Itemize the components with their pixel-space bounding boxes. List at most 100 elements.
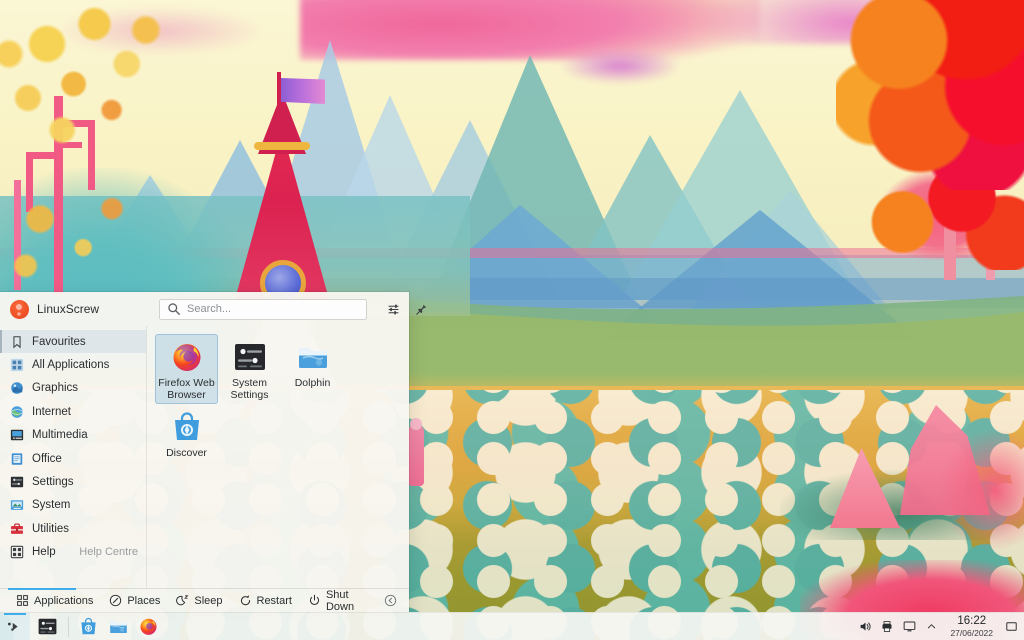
application-launcher-menu[interactable]: LinuxScrew Search... Favourites All Appl… [0, 292, 426, 613]
sidebar-sublabel: Help Centre [79, 546, 138, 559]
system-settings-icon [38, 618, 56, 635]
sidebar-label: Office [32, 452, 62, 465]
wallpaper-rock-pink-small [830, 448, 900, 528]
moon-icon [176, 595, 189, 606]
wallpaper-tree-left-2 [14, 180, 21, 290]
wallpaper-tree-trunk-right-2 [986, 130, 995, 280]
restart-button[interactable]: Restart [231, 591, 300, 611]
app-tile-discover[interactable]: Discover [155, 404, 218, 474]
search-field[interactable] [159, 298, 368, 320]
wallpaper-tower [232, 130, 332, 310]
taskbar-launcher-discover[interactable] [73, 613, 103, 640]
search-icon [168, 303, 180, 315]
system-settings-icon [234, 344, 265, 370]
tab-applications[interactable]: Applications [8, 591, 101, 611]
sidebar-item-multimedia[interactable]: Multimedia [0, 424, 146, 447]
tray-expand-button[interactable] [921, 616, 941, 638]
sidebar-item-settings[interactable]: Settings [0, 470, 146, 493]
firefox-icon [173, 344, 200, 371]
graphics-icon [11, 382, 23, 395]
wallpaper-figure-head [410, 418, 422, 430]
pin-icon[interactable] [411, 299, 431, 319]
system-icon [10, 500, 24, 511]
sidebar-label: Multimedia [32, 429, 88, 442]
wallpaper-cloud-orange [430, 0, 590, 28]
tab-label: Places [127, 594, 161, 607]
discover-icon [80, 617, 96, 635]
app-tile-system-settings[interactable]: System Settings [218, 334, 281, 404]
wallpaper-tower-ring [254, 142, 310, 150]
clock-time: 16:22 [957, 615, 987, 627]
taskbar-task-system-settings[interactable] [30, 613, 64, 640]
wallpaper-bush-dark [780, 470, 1020, 540]
wallpaper-bush-pink-mid [940, 430, 1024, 550]
username-label: LinuxScrew [37, 302, 100, 316]
show-desktop-button[interactable] [1002, 613, 1020, 640]
favourites-grid[interactable]: Firefox Web Browser System Settings Dolp… [147, 326, 409, 588]
sidebar-label: Utilities [32, 522, 70, 535]
wallpaper-branch-2 [60, 120, 94, 127]
wallpaper-tree-red [836, 0, 1024, 190]
shutdown-button[interactable]: Shut Down [300, 588, 378, 613]
active-tab-indicator [8, 588, 76, 590]
sidebar-item-office[interactable]: Office [0, 447, 146, 470]
wallpaper-kde-flag [281, 78, 325, 104]
app-tile-dolphin[interactable]: Dolphin [281, 334, 344, 404]
wallpaper-branch-3 [60, 142, 82, 148]
sidebar-item-system[interactable]: System [0, 494, 146, 517]
sidebar-item-help[interactable]: Help Help Centre [0, 541, 146, 564]
wallpaper-flag-pole [277, 72, 281, 122]
collapse-button[interactable] [378, 591, 403, 611]
search-input[interactable] [187, 303, 360, 315]
kde-kickoff-icon [7, 622, 18, 631]
compass-icon [110, 594, 122, 607]
volume-icon [860, 622, 871, 631]
tray-printer-button[interactable] [877, 616, 897, 638]
sidebar-label: Internet [32, 405, 71, 418]
desktop[interactable]: LinuxScrew Search... Favourites All Appl… [0, 0, 1024, 640]
taskbar-launcher-dolphin[interactable] [103, 613, 133, 640]
user-avatar-icon[interactable] [10, 299, 29, 319]
wallpaper-branch-1 [28, 152, 58, 159]
taskbar-panel[interactable]: 16:22 27/06/2022 [0, 612, 1024, 640]
power-label: Restart [256, 594, 292, 607]
app-tile-firefox[interactable]: Firefox Web Browser [155, 334, 218, 404]
sidebar-label: Settings [32, 476, 74, 489]
category-sidebar[interactable]: Favourites All Applications Graphics Int… [0, 326, 147, 588]
app-label: Dolphin [294, 377, 331, 389]
sidebar-item-favourites[interactable]: Favourites [0, 330, 146, 354]
sidebar-item-internet[interactable]: Internet [0, 400, 146, 423]
firefox-icon [139, 618, 157, 635]
tray-volume-button[interactable] [855, 616, 875, 638]
sidebar-label: System [32, 499, 71, 512]
sidebar-item-all-applications[interactable]: All Applications [0, 353, 146, 376]
sidebar-label: Favourites [32, 335, 86, 348]
wallpaper-tree-foliage-low [860, 150, 1024, 270]
sidebar-label: Graphics [32, 382, 79, 395]
settings-icon [10, 476, 24, 488]
sidebar-item-graphics[interactable]: Graphics [0, 377, 146, 400]
wallpaper-cloud-small [560, 48, 680, 84]
application-launcher-button[interactable] [0, 612, 30, 640]
wallpaper-branch-2v [88, 120, 95, 190]
tab-places[interactable]: Places [101, 591, 168, 611]
kickoff-footer: Applications Places Sleep Restart Shut D… [0, 588, 409, 613]
taskbar-launcher-firefox[interactable] [133, 613, 163, 640]
utilities-icon [11, 523, 23, 534]
configure-icon[interactable] [383, 299, 403, 319]
system-tray[interactable]: 16:22 27/06/2022 [855, 613, 1024, 640]
wallpaper-figure [408, 424, 424, 486]
office-icon [11, 452, 23, 465]
sleep-button[interactable]: Sleep [168, 591, 230, 611]
wallpaper-cloud-pink-right [700, 0, 1000, 44]
power-label: Shut Down [325, 588, 355, 613]
show-desktop-icon [1005, 622, 1017, 631]
tray-display-button[interactable] [899, 616, 919, 638]
wallpaper-cloud-pink [300, 0, 760, 60]
dolphin-icon [298, 348, 327, 368]
wallpaper-sky [0, 0, 1024, 330]
wallpaper-bush-pink-top [880, 170, 1000, 260]
digital-clock[interactable]: 16:22 27/06/2022 [943, 615, 1000, 637]
sidebar-item-utilities[interactable]: Utilities [0, 517, 146, 540]
panel-separator [68, 616, 69, 637]
